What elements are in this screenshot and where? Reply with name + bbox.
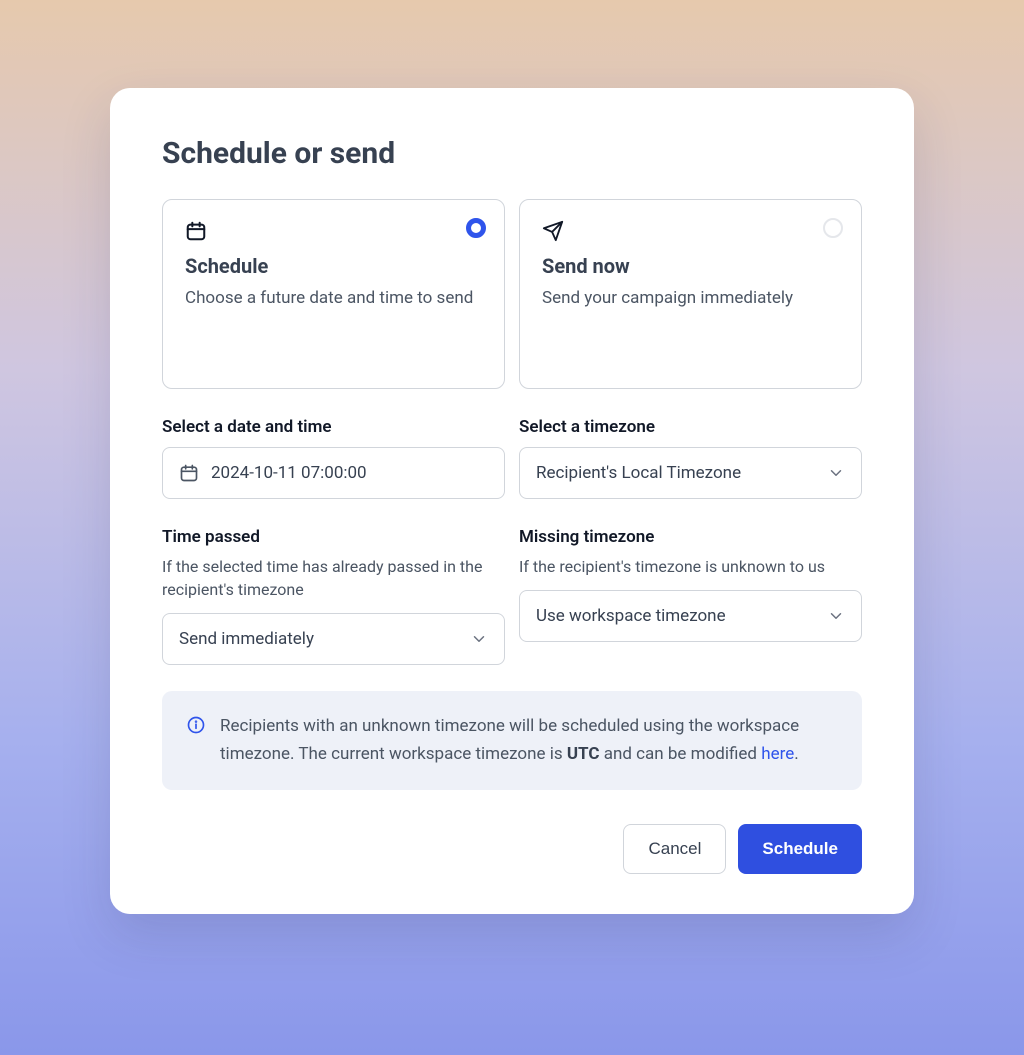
datetime-value: 2024-10-11 07:00:00 xyxy=(211,463,488,483)
send-icon xyxy=(542,220,839,246)
missing-timezone-select[interactable]: Use workspace timezone xyxy=(519,590,862,642)
timezone-field: Select a timezone Recipient's Local Time… xyxy=(519,417,862,499)
chevron-down-icon xyxy=(470,630,488,648)
datetime-field: Select a date and time 2024-10-11 07:00:… xyxy=(162,417,505,499)
send-now-option-card[interactable]: Send now Send your campaign immediately xyxy=(519,199,862,389)
datetime-select[interactable]: 2024-10-11 07:00:00 xyxy=(162,447,505,499)
time-passed-label: Time passed xyxy=(162,527,505,547)
time-passed-help: If the selected time has already passed … xyxy=(162,555,505,601)
modal-actions: Cancel Schedule xyxy=(162,824,862,874)
schedule-button[interactable]: Schedule xyxy=(738,824,862,874)
modal-title: Schedule or send xyxy=(162,136,862,171)
missing-timezone-help: If the recipient's timezone is unknown t… xyxy=(519,555,862,578)
cancel-button[interactable]: Cancel xyxy=(623,824,726,874)
info-link[interactable]: here xyxy=(761,744,794,764)
missing-timezone-field: Missing timezone If the recipient's time… xyxy=(519,527,862,665)
schedule-option-desc: Choose a future date and time to send xyxy=(185,286,482,311)
timezone-label: Select a timezone xyxy=(519,417,862,437)
chevron-down-icon xyxy=(827,607,845,625)
send-now-radio[interactable] xyxy=(823,218,843,238)
info-icon xyxy=(186,715,206,767)
info-middle: and can be modified xyxy=(599,744,761,764)
schedule-modal: Schedule or send Schedule Choose a futur… xyxy=(110,88,914,914)
timezone-select[interactable]: Recipient's Local Timezone xyxy=(519,447,862,499)
missing-timezone-label: Missing timezone xyxy=(519,527,862,547)
send-mode-options: Schedule Choose a future date and time t… xyxy=(162,199,862,389)
time-passed-value: Send immediately xyxy=(179,629,470,649)
info-tz: UTC xyxy=(567,744,600,764)
info-text: Recipients with an unknown timezone will… xyxy=(220,713,838,767)
time-passed-field: Time passed If the selected time has alr… xyxy=(162,527,505,665)
time-passed-select[interactable]: Send immediately xyxy=(162,613,505,665)
info-suffix: . xyxy=(794,744,798,764)
schedule-option-title: Schedule xyxy=(185,254,482,278)
schedule-option-card[interactable]: Schedule Choose a future date and time t… xyxy=(162,199,505,389)
calendar-icon xyxy=(179,463,199,483)
send-now-option-title: Send now xyxy=(542,254,839,278)
chevron-down-icon xyxy=(827,464,845,482)
datetime-label: Select a date and time xyxy=(162,417,505,437)
missing-timezone-value: Use workspace timezone xyxy=(536,606,827,626)
timezone-value: Recipient's Local Timezone xyxy=(536,463,827,483)
schedule-radio[interactable] xyxy=(466,218,486,238)
calendar-icon xyxy=(185,220,482,246)
send-now-option-desc: Send your campaign immediately xyxy=(542,286,839,311)
timezone-info-banner: Recipients with an unknown timezone will… xyxy=(162,691,862,789)
